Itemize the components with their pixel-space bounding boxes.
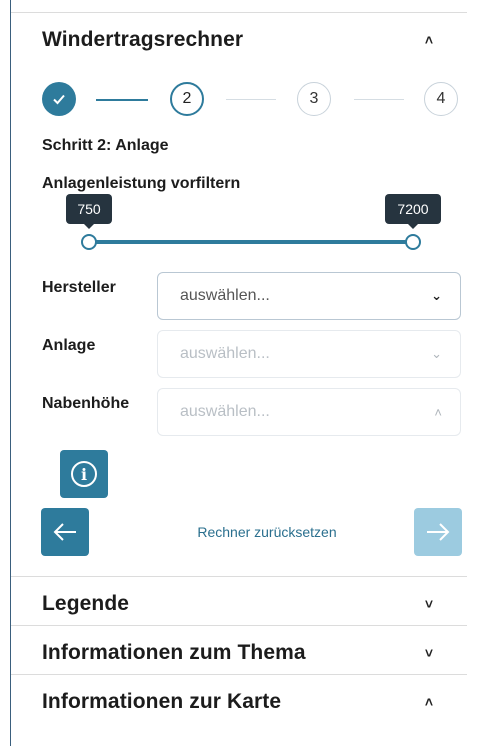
manufacturer-label: Hersteller <box>42 279 116 296</box>
arrow-left-icon <box>53 523 76 541</box>
step-3[interactable]: 3 <box>297 82 331 116</box>
turbine-placeholder: auswählen... <box>180 345 270 362</box>
map-info-title: Informationen zur Karte <box>42 690 282 713</box>
legend-title: Legende <box>42 592 130 615</box>
chevron-down-icon: ⌄ <box>431 346 442 361</box>
slider-max-tooltip: 7200 <box>385 194 441 229</box>
manufacturer-placeholder: auswählen... <box>180 287 270 304</box>
side-panel: Windertragsrechner ˄ 2 3 4 Schritt 2: An… <box>11 0 467 746</box>
step-connector-2 <box>226 99 276 100</box>
slider-min-tooltip: 750 <box>66 194 112 229</box>
top-divider <box>11 12 467 13</box>
power-range-slider[interactable]: 750 7200 <box>59 194 441 254</box>
chevron-down-icon[interactable]: ˅ <box>421 645 437 661</box>
section-divider <box>11 674 467 675</box>
map-info-section-header[interactable]: Informationen zur Karte ˄ <box>42 686 437 718</box>
chevron-down-icon[interactable]: ˅ <box>421 596 437 612</box>
slider-track[interactable] <box>89 240 412 244</box>
back-button[interactable] <box>41 508 89 556</box>
checkmark-icon <box>53 94 65 105</box>
arrow-right-icon <box>427 523 450 541</box>
slider-min-handle[interactable] <box>81 234 97 250</box>
manufacturer-select[interactable]: auswählen... ⌄ <box>157 272 461 320</box>
step-2-current[interactable]: 2 <box>170 82 204 116</box>
info-button[interactable]: i <box>60 450 108 498</box>
hub-height-placeholder: auswählen... <box>180 403 270 420</box>
step-title: Schritt 2: Anlage <box>42 137 169 154</box>
info-icon: i <box>71 461 97 487</box>
step-1-done[interactable] <box>42 82 76 116</box>
step-2-label: 2 <box>182 90 192 107</box>
step-4-label: 4 <box>436 90 446 107</box>
chevron-up-icon[interactable]: ˄ <box>421 32 437 48</box>
topic-info-title: Informationen zum Thema <box>42 641 306 664</box>
step-connector-1 <box>96 99 148 101</box>
chevron-up-icon: ˄ <box>434 404 442 420</box>
section-divider <box>11 625 467 626</box>
step-4[interactable]: 4 <box>424 82 458 116</box>
topic-info-section-header[interactable]: Informationen zum Thema ˅ <box>42 637 437 669</box>
calculator-header[interactable]: Windertragsrechner ˄ <box>42 24 437 56</box>
stepper: 2 3 4 <box>42 82 461 120</box>
turbine-select[interactable]: auswählen... ⌄ <box>157 330 461 378</box>
hub-height-select[interactable]: auswählen... ˄ <box>157 388 461 436</box>
legend-section-header[interactable]: Legende ˅ <box>42 588 437 620</box>
turbine-label: Anlage <box>42 337 96 354</box>
calculator-title: Windertragsrechner <box>42 28 244 51</box>
filter-title: Anlagenleistung vorfiltern <box>42 175 241 192</box>
chevron-down-icon: ⌄ <box>431 288 442 303</box>
slider-max-handle[interactable] <box>405 234 421 250</box>
step-connector-3 <box>354 99 404 100</box>
step-3-label: 3 <box>309 90 319 107</box>
next-button[interactable] <box>414 508 462 556</box>
section-divider <box>11 576 467 577</box>
chevron-up-icon[interactable]: ˄ <box>421 694 437 710</box>
hub-height-label: Nabenhöhe <box>42 395 130 412</box>
reset-calculator-link[interactable]: Rechner zurücksetzen <box>151 524 383 540</box>
